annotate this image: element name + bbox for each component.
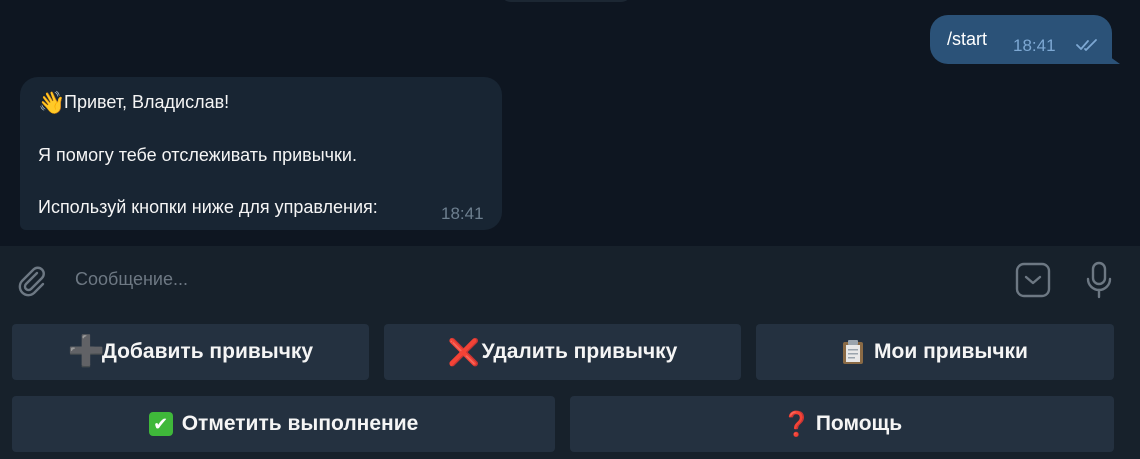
delete-habit-button[interactable]: ❌ Удалить привычку (384, 324, 741, 380)
add-habit-label: Добавить привычку (101, 340, 314, 363)
outgoing-message[interactable]: /start 18:41 (930, 15, 1112, 64)
reply-keyboard: ➕ Добавить привычку ❌ Удалить привычку Мои… (0, 314, 1140, 459)
plus-icon: ➕ (67, 335, 106, 368)
mark-done-label: Отметить выполнение (181, 412, 419, 435)
incoming-message-time: 18:41 (441, 204, 484, 223)
help-label: Помощь (815, 412, 903, 435)
check-mark-icon: ✔ (148, 412, 173, 436)
my-habits-button[interactable]: Мои привычки (756, 324, 1114, 380)
clipboard-icon (843, 340, 864, 364)
date-pill (500, 0, 632, 2)
waving-hand-icon: 👋 (38, 90, 66, 115)
delete-habit-label: Удалить привычку (481, 340, 678, 363)
help-button[interactable]: ❓ Помощь (570, 396, 1114, 452)
outgoing-message-time: 18:41 (1013, 36, 1056, 55)
message-composer (0, 246, 1140, 314)
question-mark-icon: ❓ (781, 410, 812, 438)
mark-done-button[interactable]: ✔ Отметить выполнение (12, 396, 555, 452)
outgoing-bubble-tail (1106, 54, 1120, 64)
add-habit-button[interactable]: ➕ Добавить привычку (12, 324, 369, 380)
my-habits-label: Мои привычки (874, 340, 1028, 363)
keyboard-toggle-icon[interactable] (1014, 262, 1052, 298)
incoming-greeting: Привет, Владислав! (64, 92, 230, 112)
paperclip-icon[interactable] (14, 262, 50, 298)
incoming-greeting-line: 👋Привет, Владислав! (38, 90, 229, 116)
microphone-icon[interactable] (1080, 260, 1118, 300)
double-check-icon (1076, 39, 1097, 51)
incoming-message[interactable]: 👋Привет, Владислав! Я помогу тебе отслеж… (20, 77, 502, 230)
incoming-line-2: Я помогу тебе отслеживать привычки. (38, 145, 357, 165)
incoming-line-3: Используй кнопки ниже для управления: (38, 197, 378, 217)
outgoing-message-text: /start (947, 29, 988, 49)
cross-mark-icon: ❌ (447, 336, 481, 367)
chat-area: /start 18:41 👋Привет, Владислав! Я помог… (0, 0, 1140, 246)
message-input[interactable] (75, 264, 975, 294)
